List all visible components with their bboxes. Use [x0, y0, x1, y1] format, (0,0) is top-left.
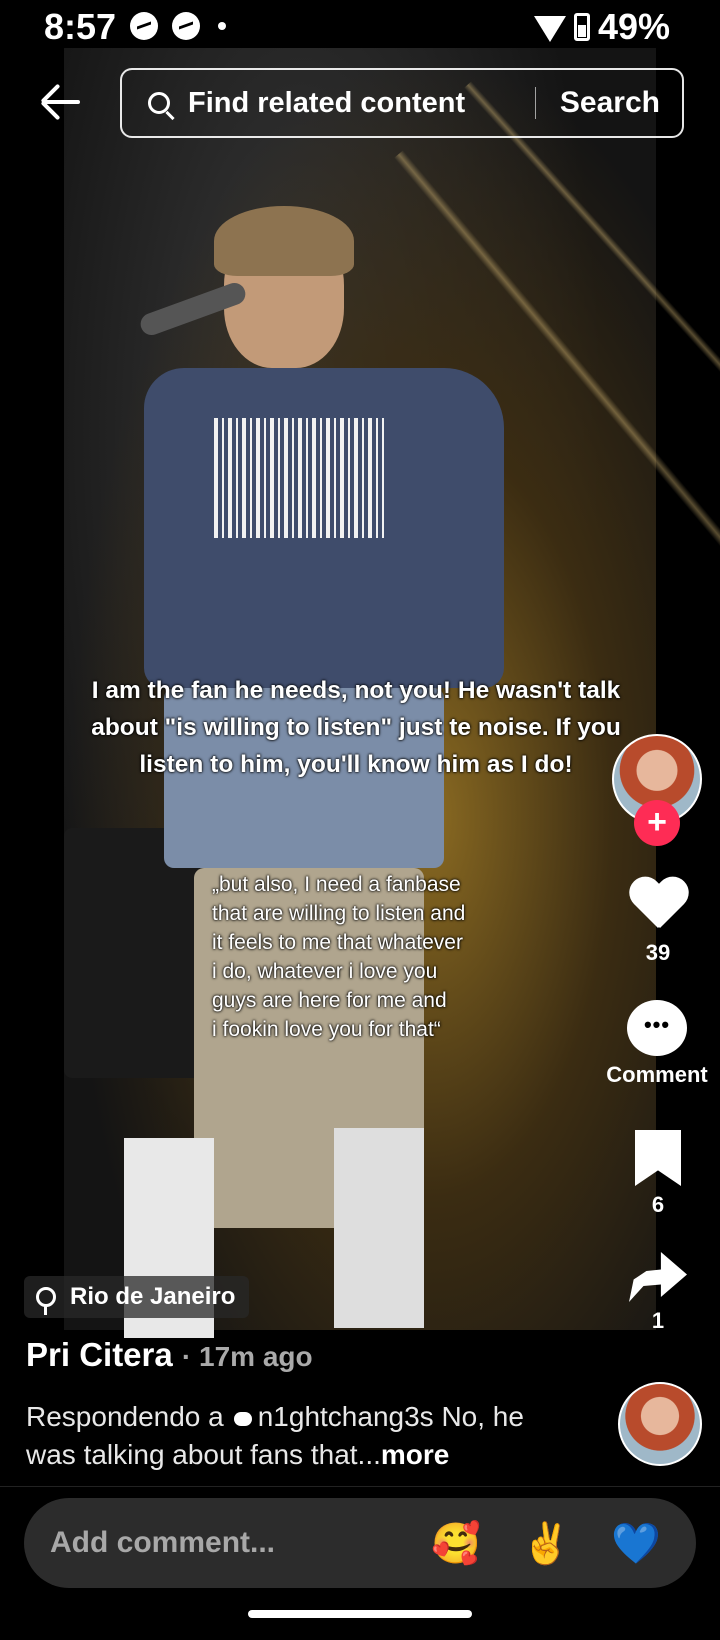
search-icon	[148, 92, 170, 114]
post-time: · 17m ago	[181, 1341, 313, 1372]
save-button[interactable]: 6	[612, 1130, 704, 1218]
like-button[interactable]: 39	[612, 878, 704, 966]
reply-bubble-icon	[233, 1412, 252, 1426]
messenger-icon	[130, 12, 158, 40]
performer-sock	[334, 1128, 424, 1328]
more-link[interactable]: more	[381, 1439, 449, 1470]
home-indicator[interactable]	[248, 1610, 472, 1618]
emoji-blue-heart[interactable]: 💙	[606, 1513, 666, 1573]
emoji-smiling-hearts[interactable]: 🥰	[426, 1513, 486, 1573]
back-button[interactable]	[40, 80, 84, 124]
share-count: 1	[651, 1308, 665, 1333]
search-button[interactable]: Search	[560, 86, 660, 120]
search-divider	[534, 87, 536, 119]
share-button[interactable]: 1	[612, 1252, 704, 1334]
video-caption-main: I am the fan he needs, not you! He wasn'…	[91, 677, 621, 778]
more-notifications-icon	[218, 22, 226, 30]
heart-icon	[628, 878, 688, 934]
author-row: Pri Citera · 17m ago	[26, 1336, 313, 1374]
bookmark-icon	[635, 1130, 681, 1186]
reply-prefix: Respondendo a	[26, 1401, 224, 1432]
location-pin-icon	[36, 1287, 56, 1315]
reply-username[interactable]: n1ghtchang3s	[258, 1401, 434, 1432]
emoji-victory-hand[interactable]: ✌️	[516, 1513, 576, 1573]
post-description[interactable]: Respondendo a n1ghtchang3s No, he was tal…	[26, 1398, 566, 1474]
like-count: 39	[645, 940, 671, 965]
comment-input[interactable]: Add comment...	[50, 1526, 426, 1560]
share-icon	[629, 1252, 687, 1302]
wifi-icon	[533, 16, 566, 42]
comment-button[interactable]: Comment	[592, 1000, 720, 1088]
back-arrow-icon	[44, 100, 80, 104]
battery-percent: 49%	[597, 6, 670, 47]
messenger-icon	[172, 12, 200, 40]
search-input[interactable]: Find related content	[188, 87, 465, 120]
battery-icon	[573, 13, 590, 41]
video-caption-quote: „but also, I need a fanbase that are wil…	[212, 873, 466, 1041]
comment-icon	[627, 1000, 687, 1056]
divider	[0, 1486, 720, 1487]
comment-label: Comment	[606, 1062, 708, 1087]
notification-icons	[130, 12, 226, 40]
performer-hair	[214, 206, 354, 276]
follow-button[interactable]: +	[634, 800, 680, 846]
save-count: 6	[651, 1192, 665, 1217]
comment-bar[interactable]: Add comment... 🥰 ✌️ 💙	[24, 1498, 696, 1588]
system-status: 49%	[533, 6, 670, 48]
shirt-barcode	[214, 418, 384, 538]
search-bar[interactable]: Find related content Search	[120, 68, 684, 138]
status-time: 8:57	[44, 6, 117, 47]
location-label: Rio de Janeiro	[70, 1283, 236, 1310]
location-chip[interactable]: Rio de Janeiro	[24, 1276, 250, 1318]
author-name[interactable]: Pri Citera	[26, 1336, 173, 1373]
sound-avatar[interactable]	[618, 1382, 702, 1466]
